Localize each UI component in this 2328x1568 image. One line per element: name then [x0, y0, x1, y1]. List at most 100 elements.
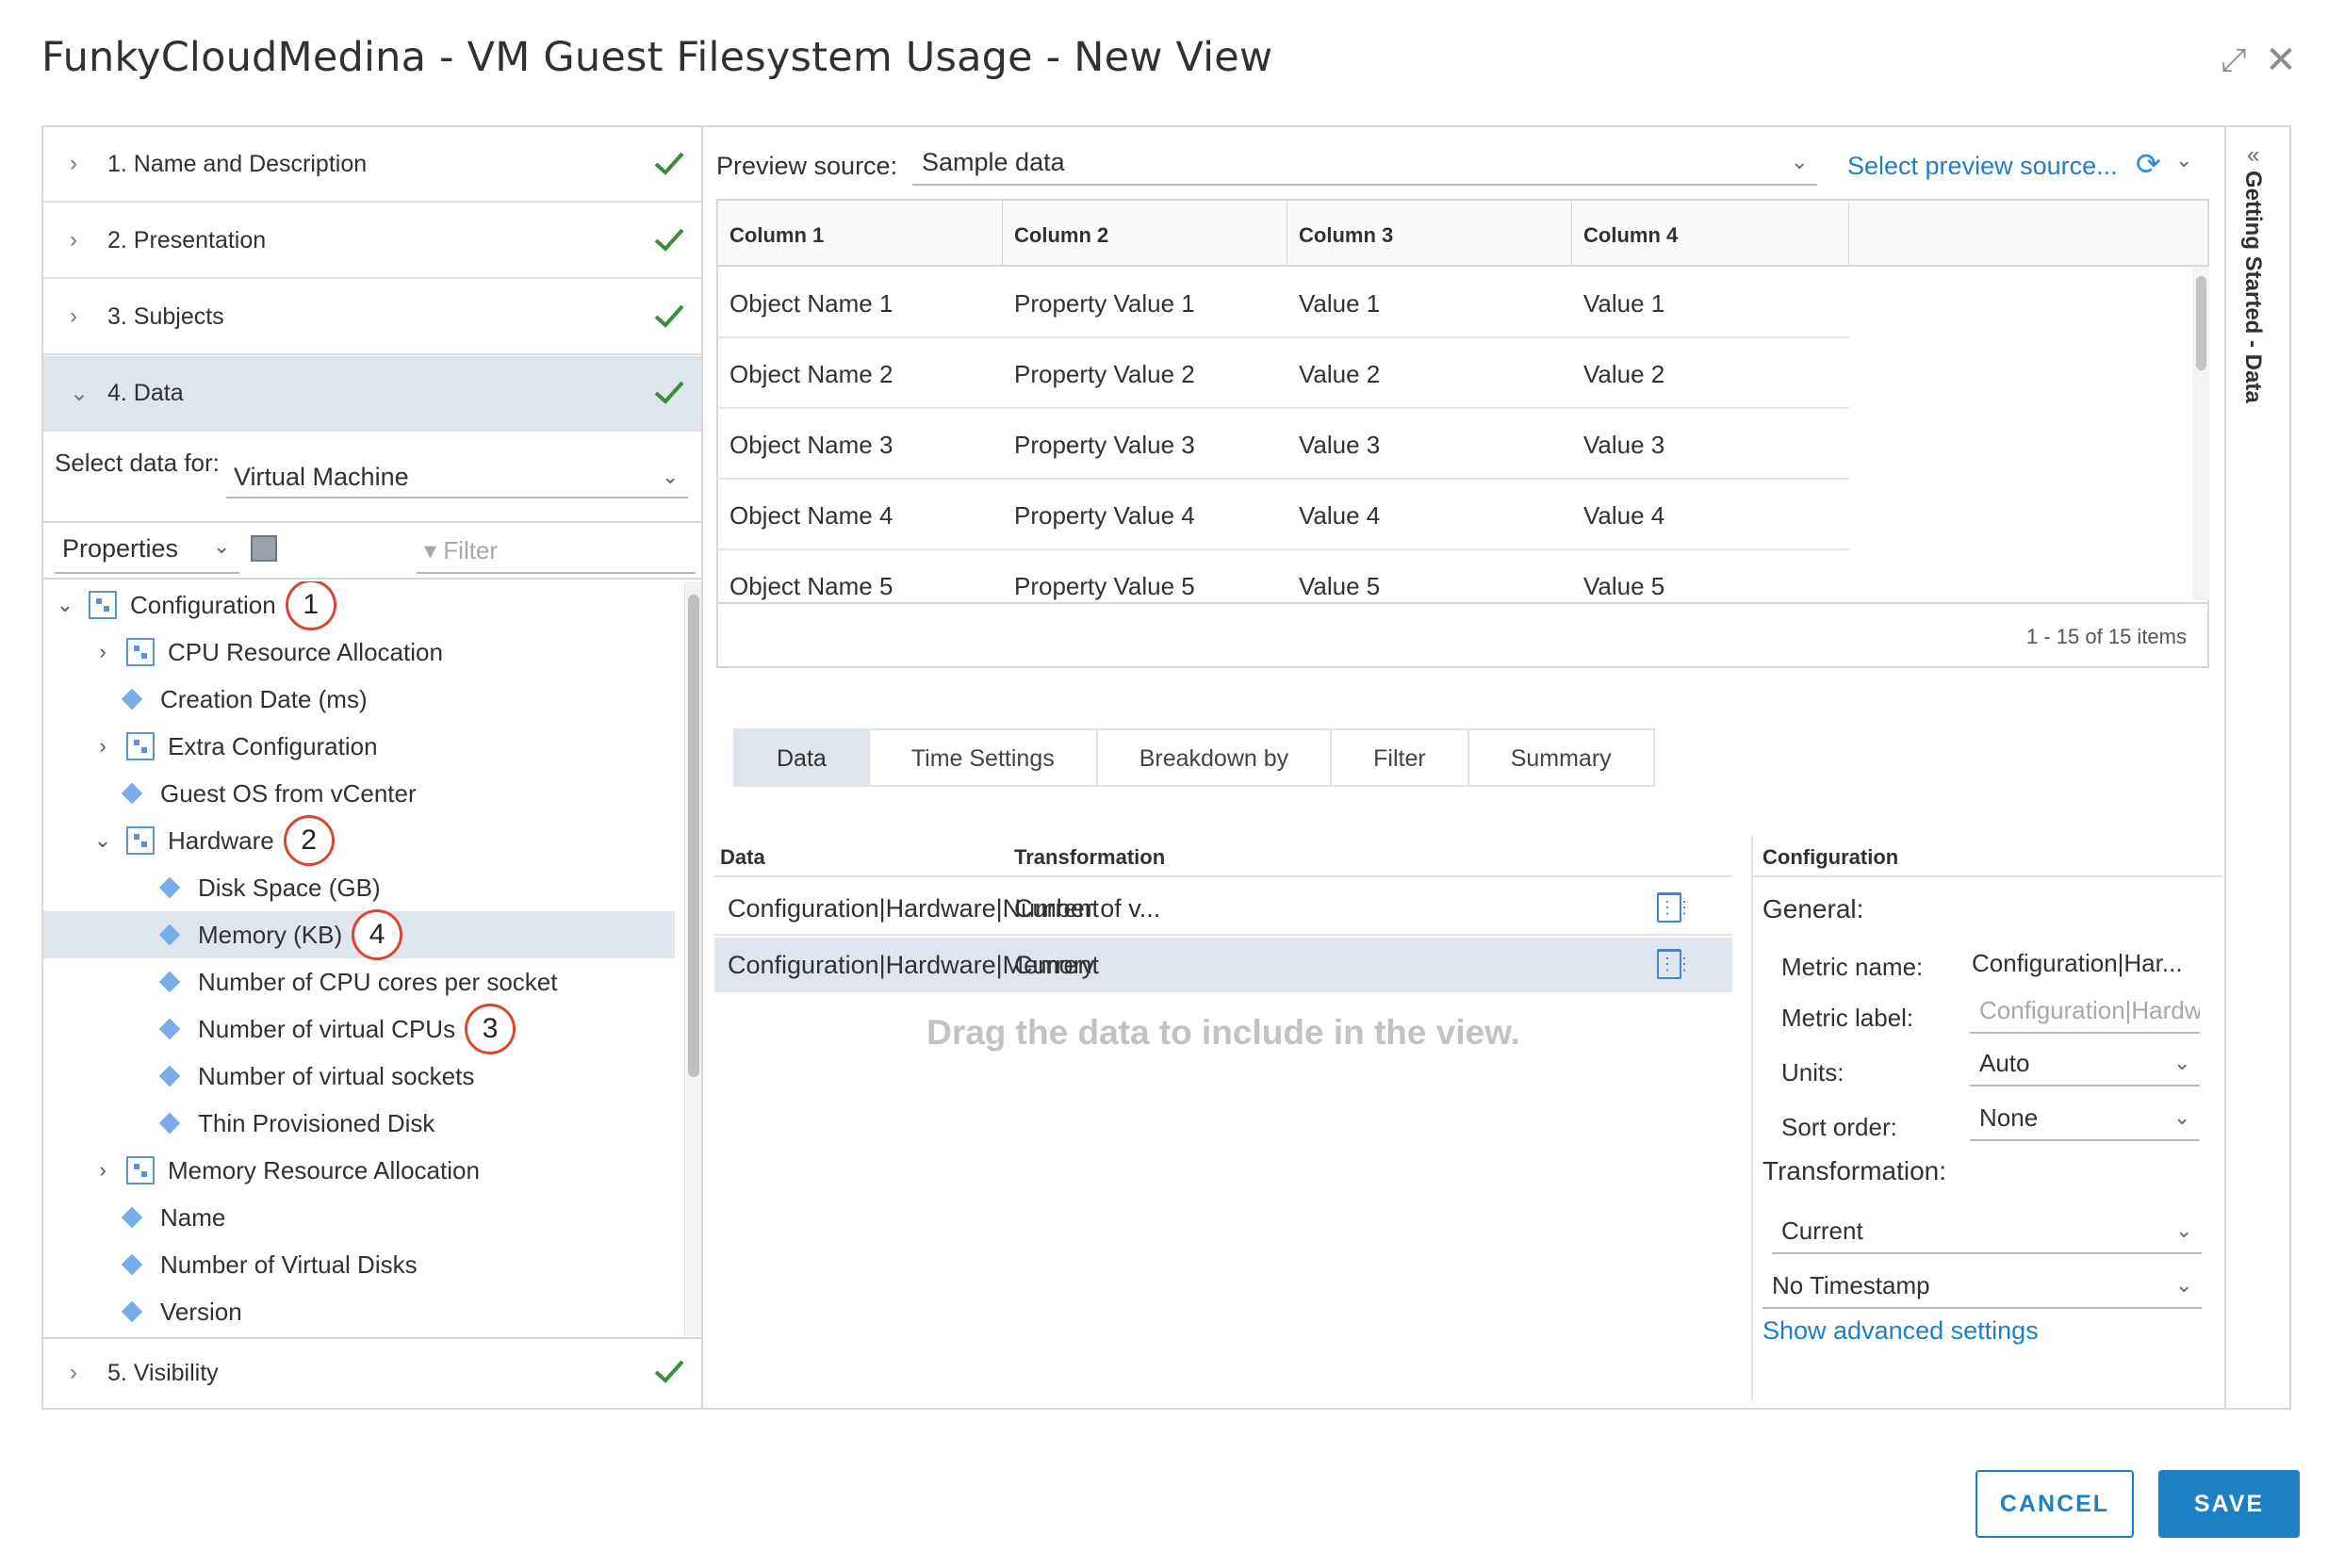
tree-node-cpu-resource-allocation[interactable]: › CPU Resource Allocation — [43, 629, 675, 676]
divider — [714, 875, 1732, 877]
data-row[interactable]: Configuration|Hardware|Number of v... Cu… — [714, 881, 1732, 936]
tab-filter[interactable]: Filter — [1332, 730, 1469, 785]
tree-node-label: Number of Virtual Disks — [160, 1250, 418, 1279]
chevron-right-icon[interactable]: › — [90, 734, 115, 759]
wizard-frame: › 1. Name and Description › 2. Presentat… — [41, 125, 2291, 1410]
chevron-right-icon: › — [70, 303, 77, 329]
select-preview-source-link[interactable]: Select preview source... — [1847, 152, 2118, 181]
double-chevron-left-icon[interactable]: « — [2247, 142, 2259, 169]
tree-node-virtual-sockets[interactable]: Number of virtual sockets — [43, 1053, 675, 1100]
tree-node-label: Name — [160, 1202, 226, 1232]
expand-icon[interactable]: ⤢ — [2215, 41, 2253, 79]
tree-node-virtual-cpus[interactable]: Number of virtual CPUs 3 — [43, 1004, 675, 1054]
tree-scrollbar[interactable] — [684, 581, 701, 1335]
timestamp-dropdown[interactable]: No Timestamp ⌄ — [1762, 1266, 2202, 1309]
tree-node-thin-provisioned[interactable]: Thin Provisioned Disk — [43, 1100, 675, 1147]
step-visibility[interactable]: › 5. Visibility — [43, 1339, 701, 1407]
column-header[interactable]: Column 2 — [1003, 201, 1287, 267]
tree-node-virtual-disks[interactable]: Number of Virtual Disks — [43, 1241, 675, 1288]
step-data[interactable]: ⌄ 4. Data — [43, 356, 701, 432]
tree-node-label: Number of virtual CPUs — [198, 1014, 456, 1043]
units-dropdown[interactable]: Auto ⌄ — [1970, 1043, 2200, 1086]
general-heading: General: — [1762, 894, 1864, 923]
chevron-down-icon[interactable]: ⌄ — [2175, 148, 2192, 172]
properties-dropdown[interactable]: Properties ⌄ — [55, 527, 239, 574]
tree-node-memory-kb[interactable]: Memory (KB) 4 — [43, 909, 675, 960]
step-label: 1. Name and Description — [107, 150, 368, 177]
tree-node-label: Configuration — [130, 590, 276, 619]
trash-icon[interactable]: ⋮⋮ — [1657, 949, 1693, 979]
save-button[interactable]: SAVE — [2158, 1470, 2300, 1538]
tree-node-memory-resource-allocation[interactable]: › Memory Resource Allocation — [43, 1147, 675, 1194]
column-header[interactable]: Column 1 — [718, 201, 1003, 267]
tab-breakdown-by[interactable]: Breakdown by — [1098, 730, 1333, 785]
chevron-down-icon: ⌄ — [2175, 1218, 2193, 1242]
preview-source-dropdown[interactable]: Sample data ⌄ — [912, 142, 1817, 186]
chevron-right-icon[interactable]: › — [90, 1158, 115, 1183]
group-icon — [126, 732, 155, 760]
tree-node-label: Hardware — [168, 825, 274, 855]
scrollbar-thumb[interactable] — [2196, 276, 2206, 370]
tree-node-guest-os[interactable]: Guest OS from vCenter — [43, 770, 675, 817]
tree-node-creation-date[interactable]: Creation Date (ms) — [43, 676, 675, 723]
check-icon — [654, 304, 684, 328]
collapse-all-icon[interactable] — [251, 535, 277, 562]
refresh-icon[interactable]: ⟳ — [2136, 148, 2168, 180]
table-cell: Value 3 — [1583, 431, 1665, 459]
tree-node-disk-space[interactable]: Disk Space (GB) — [43, 864, 675, 911]
chevron-down-icon: ⌄ — [2173, 1051, 2191, 1074]
table-row[interactable]: Object Name 1 Property Value 1 Value 1 V… — [718, 269, 1849, 338]
table-row[interactable]: Object Name 5 Property Value 5 Value 5 V… — [718, 551, 1849, 602]
tree-node-hardware[interactable]: ⌄ Hardware 2 — [43, 815, 675, 866]
column-header[interactable]: Column 4 — [1572, 201, 1849, 267]
check-icon — [654, 381, 684, 404]
chevron-down-icon[interactable]: ⌄ — [90, 828, 115, 853]
group-icon — [126, 826, 155, 855]
tree-node-label: Disk Space (GB) — [198, 873, 381, 902]
table-row[interactable]: Object Name 4 Property Value 4 Value 4 V… — [718, 481, 1849, 550]
chevron-right-icon[interactable]: › — [90, 640, 115, 664]
table-row[interactable]: Object Name 3 Property Value 3 Value 3 V… — [718, 410, 1849, 480]
close-icon[interactable]: ✕ — [2262, 41, 2300, 79]
filter-input[interactable]: ▾ Filter — [417, 527, 696, 574]
tree-node-label: Thin Provisioned Disk — [198, 1108, 435, 1137]
chevron-down-icon[interactable]: ⌄ — [53, 593, 77, 617]
tree-node-label: Memory (KB) — [198, 920, 343, 949]
tree-node-configuration[interactable]: ⌄ Configuration 1 — [43, 581, 675, 630]
chevron-down-icon: ⌄ — [2173, 1105, 2191, 1129]
cancel-button[interactable]: CANCEL — [1976, 1470, 2134, 1538]
trash-icon[interactable]: ⋮⋮ — [1657, 892, 1693, 923]
getting-started-panel[interactable]: « Getting Started - Data — [2224, 127, 2291, 1408]
scrollbar-thumb[interactable] — [688, 595, 699, 1077]
step-subjects[interactable]: › 3. Subjects — [43, 280, 701, 355]
chevron-down-icon: ⌄ — [2175, 1273, 2193, 1297]
column-header[interactable]: Column 3 — [1287, 201, 1572, 267]
select-data-dropdown[interactable]: Virtual Machine ⌄ — [226, 457, 688, 498]
sort-order-dropdown[interactable]: None ⌄ — [1970, 1098, 2200, 1141]
column-header-empty — [1849, 201, 2207, 267]
data-row[interactable]: Configuration|Hardware|Memory Current ⋮⋮ — [714, 938, 1732, 992]
tree-node-version[interactable]: Version — [43, 1288, 675, 1335]
tree-node-extra-configuration[interactable]: › Extra Configuration — [43, 723, 675, 770]
grid-scrollbar[interactable] — [2192, 267, 2209, 600]
metric-tree: ⌄ Configuration 1 › CPU Resource Allocat… — [43, 581, 684, 1335]
table-cell: Property Value 2 — [1014, 360, 1195, 388]
table-row[interactable]: Object Name 2 Property Value 2 Value 2 V… — [718, 339, 1849, 409]
table-cell: Value 2 — [1299, 360, 1381, 388]
chevron-down-icon: ⌄ — [70, 380, 90, 406]
tab-summary[interactable]: Summary — [1469, 730, 1653, 785]
tree-node-name[interactable]: Name — [43, 1194, 675, 1241]
metric-label-input[interactable]: Configuration|Hardware|Memory — [1970, 990, 2200, 1034]
tab-time-settings[interactable]: Time Settings — [870, 730, 1098, 785]
select-data-value: Virtual Machine — [234, 463, 409, 491]
step-presentation[interactable]: › 2. Presentation — [43, 204, 701, 279]
step-label: 5. Visibility — [107, 1359, 219, 1386]
tree-node-cpu-cores-per-socket[interactable]: Number of CPU cores per socket — [43, 958, 675, 1005]
transformation-dropdown[interactable]: Current ⌄ — [1772, 1211, 2202, 1254]
tree-node-label: Extra Configuration — [168, 731, 378, 760]
pagination-info: 1 - 15 of 15 items — [718, 602, 2207, 666]
show-advanced-settings-link[interactable]: Show advanced settings — [1762, 1316, 2039, 1346]
step-name-description[interactable]: › 1. Name and Description — [43, 127, 701, 203]
tab-data[interactable]: Data — [735, 730, 870, 785]
table-cell: Object Name 2 — [730, 360, 893, 388]
